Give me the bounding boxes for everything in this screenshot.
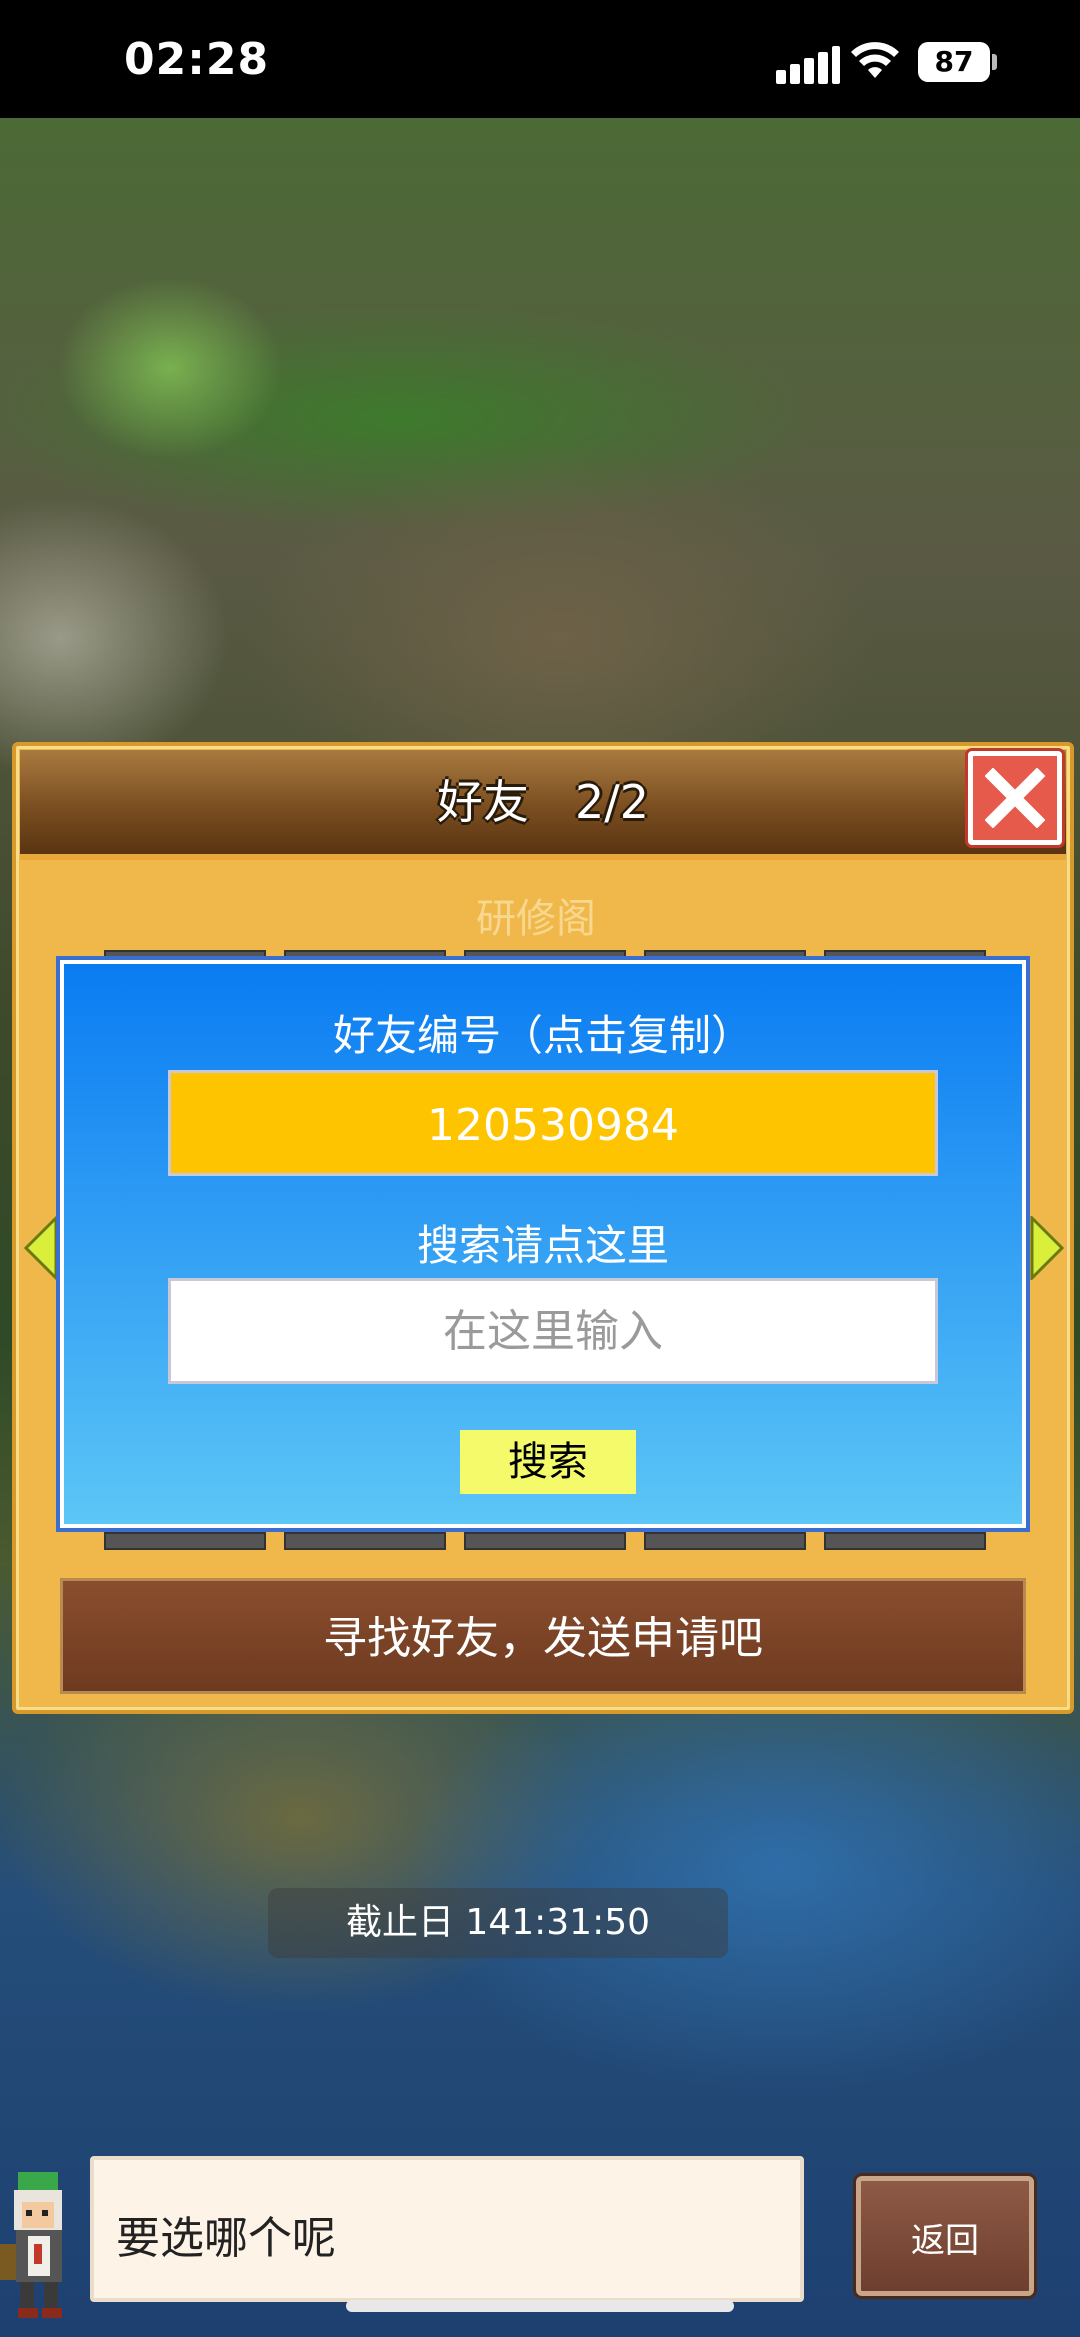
- ghost-tab-label: 研修阁: [476, 896, 596, 942]
- friends-dialog: 好友 2/2 研修阁 好友编号（点击复制） 120530984 搜索请点这里 搜…: [12, 742, 1074, 1714]
- speech-text: 要选哪个呢: [116, 2213, 336, 2264]
- back-button[interactable]: 返回: [856, 2176, 1034, 2296]
- friend-id-copy-field[interactable]: 120530984: [168, 1070, 938, 1176]
- tab-strip-bottom: [104, 1532, 1004, 1550]
- status-time: 02:28: [124, 34, 270, 85]
- home-indicator: [346, 2300, 734, 2312]
- friend-panel: 好友编号（点击复制） 120530984 搜索请点这里 搜索: [60, 960, 1026, 1528]
- search-input[interactable]: [168, 1278, 938, 1384]
- status-bar: 02:28 87: [0, 0, 1080, 118]
- wifi-icon: [851, 42, 899, 78]
- close-button[interactable]: [968, 751, 1062, 845]
- search-button[interactable]: 搜索: [460, 1430, 636, 1494]
- arrow-right-icon[interactable]: [1030, 1216, 1064, 1280]
- deadline-timer: 截止日 141:31:50: [268, 1888, 728, 1958]
- arrow-left-icon[interactable]: [24, 1216, 58, 1280]
- signal-icon: [776, 44, 840, 84]
- battery-tip: [992, 54, 997, 70]
- find-friends-bar[interactable]: 寻找好友，发送申请吧: [60, 1578, 1026, 1694]
- search-label: 搜索请点这里: [416, 1221, 669, 1270]
- speech-bubble: 要选哪个呢: [90, 2156, 804, 2302]
- dialog-title: 好友 2/2: [436, 775, 650, 829]
- battery-icon: 87: [918, 42, 990, 82]
- friend-id-label: 好友编号（点击复制）: [332, 1011, 753, 1060]
- dialog-header: 好友 2/2: [20, 750, 1066, 860]
- character-avatar: [0, 2172, 62, 2318]
- close-icon: [985, 768, 1045, 828]
